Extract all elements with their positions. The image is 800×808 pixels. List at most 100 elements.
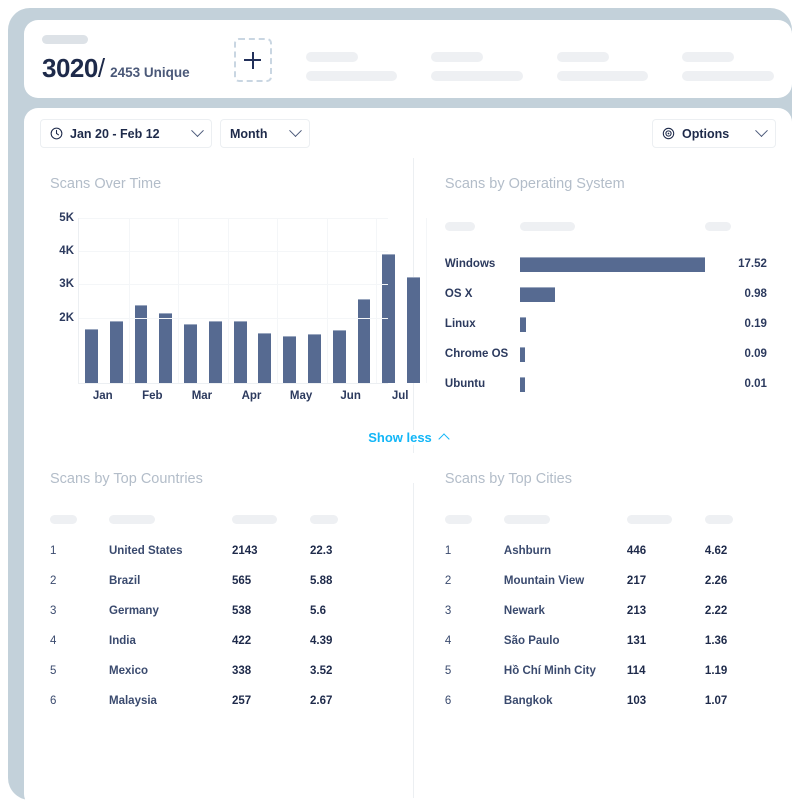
y-axis-tick: 5K [59,212,74,224]
gridline-vertical [376,218,377,383]
os-bar [519,376,525,392]
stat-label-skeleton [556,52,609,62]
bar[interactable] [184,324,197,383]
table-row[interactable]: 6 Bangkok 103 1.07 [445,686,776,716]
row-count: 103 [626,695,647,707]
y-axis-tick: 4K [59,245,74,258]
table-row[interactable]: Ubuntu 0.01 [445,369,776,399]
row-count: 131 [626,635,647,647]
os-name: Ubuntu [444,378,486,390]
bar[interactable] [109,320,123,383]
table-row[interactable]: 6 Malaysia 257 2.67 [50,686,392,716]
bar[interactable] [258,333,272,383]
skeleton-bar [50,515,77,524]
row-percent: 1.07 [704,695,728,707]
table-row[interactable]: 2 Mountain View 217 2.26 [445,566,776,596]
stat-label-skeleton [682,52,735,62]
stat-value-skeleton [305,71,398,81]
table-row[interactable]: 4 São Paulo 131 1.36 [445,626,776,656]
column-header-skeleton [50,515,109,524]
skeleton-bar [109,515,155,524]
gridline-horizontal [79,218,388,219]
stat-value-skeleton [682,71,774,81]
os-bar [519,316,527,332]
date-range-label: Jan 20 - Feb 12 [70,126,160,141]
row-count: 538 [232,605,252,617]
row-count: 213 [626,605,647,617]
date-range-picker[interactable]: Jan 20 - Feb 12 [40,119,212,148]
table-row[interactable]: 4 India 422 4.39 [50,626,392,656]
row-rank: 4 [50,635,57,647]
table-row[interactable]: 5 Mexico 338 3.52 [50,656,392,686]
summary-card: 3020 / 2453 Unique [24,20,792,98]
chevron-up-icon [438,432,450,445]
row-percent: 4.39 [310,635,333,647]
table-row[interactable]: OS X 0.98 [445,279,776,309]
row-name: Hồ Chí Minh City [503,665,596,677]
toolbar: Jan 20 - Feb 12 Month Options [24,108,792,158]
bar[interactable] [233,321,247,383]
table-row[interactable]: 3 Germany 538 5.6 [50,596,392,626]
table-row[interactable]: 5 Hồ Chí Minh City 114 1.19 [445,656,776,686]
total-scans: 3020 [42,53,98,83]
os-table-body: Windows 17.52 OS X 0.98 Linux 0.19 Chrome OS 0.… [445,249,776,399]
row-rank: 4 [444,635,452,647]
bar[interactable] [357,299,371,383]
gridline-vertical [277,218,278,383]
table-row[interactable]: Chrome OS 0.09 [445,339,776,369]
os-table-header [444,222,776,231]
row-name: Bangkok [503,695,553,707]
scans-over-time-panel: Scans Over Time 2K 3K 4K 5K Jan Feb Mar Apr May… [24,158,427,413]
table-row[interactable]: 3 Newark 213 2.22 [445,596,776,626]
y-axis-labels: 2K 3K 4K 5K [44,212,74,383]
table-row[interactable]: 1 Ashburn 446 4.62 [445,536,776,566]
table-row[interactable]: Linux 0.19 [445,309,776,339]
os-bar [519,286,556,302]
bar[interactable] [84,329,98,383]
row-count: 114 [626,665,646,677]
column-header-skeleton [704,515,765,524]
analytics-panel: Jan 20 - Feb 12 Month Options Scans Over… [24,108,792,808]
column-header-skeleton [519,222,705,231]
stat-skeleton-4 [682,52,774,81]
row-rank: 6 [50,695,57,707]
plus-square-dashed-icon[interactable] [233,38,272,82]
row-rank: 2 [50,575,57,587]
table-row[interactable]: 1 United States 2143 22.3 [50,536,392,566]
skeleton-bar [232,515,277,524]
granularity-select[interactable]: Month [220,119,310,148]
gridline-vertical [129,218,130,383]
table-row[interactable]: Windows 17.52 [445,249,776,279]
options-button[interactable]: Options [652,119,776,148]
countries-table-body: 1 United States 2143 22.3 2 Brazil 565 5.88 3 Ger… [50,536,392,716]
row-percent: 1.36 [704,635,728,647]
x-axis-tick: Mar [191,390,213,402]
bar[interactable] [208,320,222,383]
x-axis-tick: Apr [241,390,262,402]
bar[interactable] [308,333,321,383]
row-name: Mountain View [503,575,585,587]
bar[interactable] [407,276,421,383]
show-less-button[interactable]: Show less [354,429,462,445]
os-bar-cell [519,346,705,362]
row-percent: 1.19 [704,665,728,677]
stat-label-skeleton [431,52,484,62]
row-percent: 22.3 [310,545,333,557]
x-axis-tick: Feb [142,390,163,402]
row-name: Mexico [109,665,148,677]
os-value: 0.19 [744,318,767,330]
os-bar [519,256,705,272]
row-name: Newark [503,605,545,617]
gridline-vertical [327,218,328,383]
title-skeleton [42,35,88,44]
row-name: São Paulo [503,635,560,647]
bar[interactable] [283,336,297,383]
top-countries-panel: Scans by Top Countries 1 United States 214… [24,453,408,716]
bar[interactable] [159,313,173,383]
row-rank: 3 [50,605,57,617]
row-name: India [109,635,136,647]
bar[interactable] [332,329,346,383]
gridline-horizontal [79,317,388,319]
table-row[interactable]: 2 Brazil 565 5.88 [50,566,392,596]
row-count: 338 [232,665,252,677]
